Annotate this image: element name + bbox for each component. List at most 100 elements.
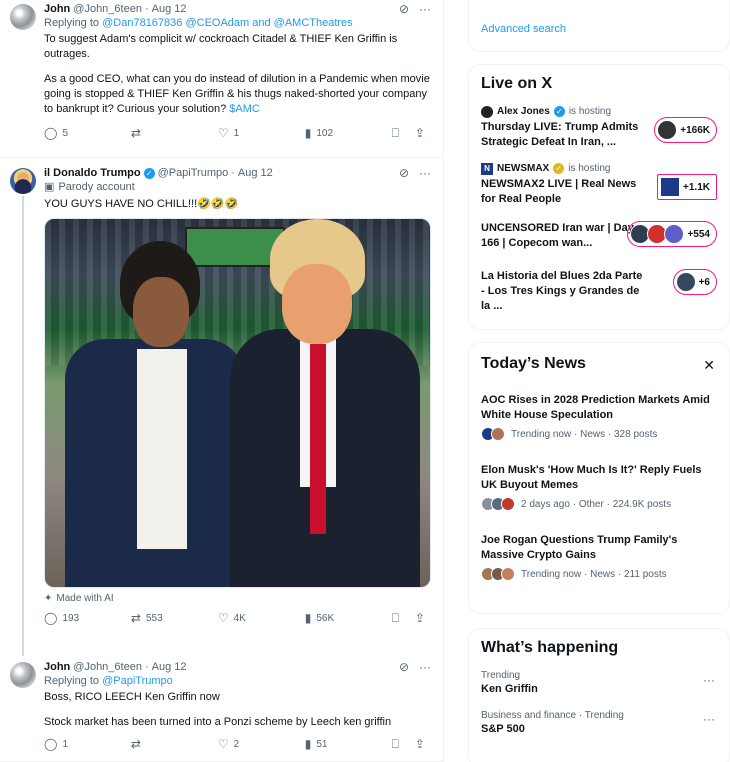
trend-item[interactable]: Trending Ken Griffin ···: [469, 663, 729, 702]
tweet-paragraph: Boss, RICO LEECH Ken Griffin now: [44, 691, 220, 703]
ai-sparkle-icon: ✦: [44, 593, 53, 604]
live-item[interactable]: La Historia del Blues 2da Parte - Los Tr…: [469, 261, 729, 320]
live-item[interactable]: Alex Jones ✓ is hosting Thursday LIVE: T…: [469, 99, 729, 156]
more-icon[interactable]: ···: [419, 2, 431, 16]
host-name[interactable]: NEWSMAX: [497, 162, 549, 175]
views-button[interactable]: ▮ 51: [305, 738, 359, 750]
separator-dot: ·: [144, 3, 149, 15]
close-icon[interactable]: ✕: [703, 357, 715, 374]
listener-avatar: [657, 120, 678, 140]
repost-count: 553: [145, 612, 163, 624]
avatar[interactable]: [10, 662, 36, 688]
repost-icon: ⇄: [130, 737, 141, 751]
repost-button[interactable]: ⇄: [131, 127, 185, 139]
bookmark-icon[interactable]: ⎕: [392, 612, 399, 624]
more-icon[interactable]: ···: [703, 673, 715, 687]
views-icon: ▮: [304, 126, 312, 140]
listener-count: +554: [687, 228, 710, 240]
news-item[interactable]: Elon Musk's 'How Much Is It?' Reply Fuel…: [469, 449, 729, 519]
author-name[interactable]: John: [44, 2, 70, 16]
bookmark-icon[interactable]: ⎕: [392, 127, 399, 139]
grok-icon[interactable]: ⊘: [399, 660, 409, 674]
news-title: AOC Rises in 2028 Prediction Markets Ami…: [481, 394, 710, 421]
share-icon[interactable]: ⇪: [415, 738, 425, 750]
news-title-text: Today’s News: [481, 355, 586, 372]
made-with-ai-label: ✦ Made with AI: [44, 593, 431, 604]
bookmark-icon[interactable]: ⎕: [392, 738, 399, 750]
live-item[interactable]: N NEWSMAX ✓ is hosting NEWSMAX2 LIVE | R…: [469, 156, 729, 213]
author-name[interactable]: il Donaldo Trumpo: [44, 166, 141, 180]
reply-button[interactable]: ◯ 5: [44, 127, 98, 139]
news-avatar: [501, 497, 515, 511]
live-listeners-pill[interactable]: +6: [672, 269, 717, 295]
news-title: Elon Musk's 'How Much Is It?' Reply Fuel…: [481, 464, 702, 491]
author-name[interactable]: John: [44, 660, 70, 674]
live-listeners-pill[interactable]: +554: [627, 221, 717, 247]
listener-avatar: [664, 224, 685, 244]
live-title: La Historia del Blues 2da Parte - Los Tr…: [481, 270, 643, 312]
live-title: UNCENSORED Iran war | Day 166 | Copecom …: [481, 222, 634, 249]
tweet[interactable]: il Donaldo Trumpo ✓ @PapiTrumpo · Aug 12…: [0, 158, 443, 656]
listener-count: +6: [698, 276, 710, 288]
views-count: 56K: [316, 612, 335, 624]
news-meta: Trending now · News · 211 posts: [481, 567, 717, 581]
author-handle[interactable]: @John_6teen: [73, 660, 142, 674]
repost-button[interactable]: ⇄: [131, 738, 185, 750]
tweet-date[interactable]: Aug 12: [238, 166, 273, 180]
advanced-search-link[interactable]: Advanced search: [469, 23, 729, 35]
news-item[interactable]: Joe Rogan Questions Trump Family's Massi…: [469, 519, 729, 589]
like-button[interactable]: ♡ 2: [218, 738, 272, 750]
tweet[interactable]: John @John_6teen · Aug 12 ⊘ ··· Replying…: [0, 656, 443, 762]
like-button[interactable]: ♡ 4K: [218, 612, 272, 624]
tweet-header: John @John_6teen · Aug 12 ⊘ ···: [44, 2, 431, 16]
tweet-tools: ⎕ ⇪: [392, 612, 425, 624]
live-listeners-pill[interactable]: +166K: [654, 117, 717, 143]
like-icon: ♡: [217, 611, 229, 625]
news-avatar: [501, 567, 515, 581]
share-icon[interactable]: ⇪: [415, 612, 425, 624]
avatar[interactable]: [10, 4, 36, 30]
news-meta-text: 2 days ago · Other · 224.9K posts: [521, 498, 672, 510]
live-item[interactable]: UNCENSORED Iran war | Day 166 | Copecom …: [469, 213, 729, 261]
trend-name: Ken Griffin: [481, 683, 538, 695]
more-icon[interactable]: ···: [703, 712, 715, 726]
cashtag-link[interactable]: $AMC: [229, 103, 260, 115]
tweet-text: Boss, RICO LEECH Ken Griffin now Stock m…: [44, 690, 431, 730]
replying-to-handles[interactable]: @Dan78167836 @CEOAdam and @AMCTheatres: [102, 17, 353, 29]
like-button[interactable]: ♡ 1: [218, 127, 272, 139]
news-item[interactable]: AOC Rises in 2028 Prediction Markets Ami…: [469, 379, 729, 449]
photo-tie: [310, 344, 326, 534]
news-section-title: Today’s News ✕: [469, 343, 729, 379]
trend-category: Trending: [481, 670, 521, 681]
live-listeners-pill[interactable]: +1.1K: [657, 174, 717, 200]
views-button[interactable]: ▮ 56K: [305, 612, 359, 624]
reply-button[interactable]: ◯ 193: [44, 612, 98, 624]
listener-avatar: [675, 272, 696, 292]
author-handle[interactable]: @PapiTrumpo: [158, 166, 229, 180]
separator-dot: ·: [231, 167, 235, 179]
grok-icon[interactable]: ⊘: [399, 2, 409, 16]
tweet[interactable]: John @John_6teen · Aug 12 ⊘ ··· Replying…: [0, 0, 443, 158]
happening-section-title: What’s happening: [481, 639, 619, 656]
views-button[interactable]: ▮ 102: [305, 127, 359, 139]
reply-button[interactable]: ◯ 1: [44, 738, 98, 750]
host-name[interactable]: Alex Jones: [497, 105, 550, 118]
avatar[interactable]: [10, 168, 36, 194]
author-handle[interactable]: @John_6teen: [73, 2, 142, 16]
views-count: 102: [316, 127, 334, 139]
tweet-date[interactable]: Aug 12: [152, 660, 187, 674]
more-icon[interactable]: ···: [419, 660, 431, 674]
grok-icon[interactable]: ⊘: [399, 166, 409, 180]
tweet-photo[interactable]: [44, 218, 431, 588]
reply-icon: ◯: [44, 611, 58, 625]
tweet-date[interactable]: Aug 12: [152, 2, 187, 16]
views-count: 51: [316, 738, 328, 750]
separator-dot: ·: [144, 661, 149, 673]
trend-item[interactable]: Business and finance · Trending S&P 500 …: [469, 702, 729, 742]
repost-button[interactable]: ⇄ 553: [131, 612, 185, 624]
live-on-x-card: Live on X Alex Jones ✓ is hosting Thursd…: [468, 64, 730, 330]
share-icon[interactable]: ⇪: [415, 127, 425, 139]
replying-to-handles[interactable]: @PapiTrumpo: [102, 675, 173, 687]
more-icon[interactable]: ···: [419, 166, 431, 180]
replying-to: Replying to @PapiTrumpo: [44, 674, 431, 688]
